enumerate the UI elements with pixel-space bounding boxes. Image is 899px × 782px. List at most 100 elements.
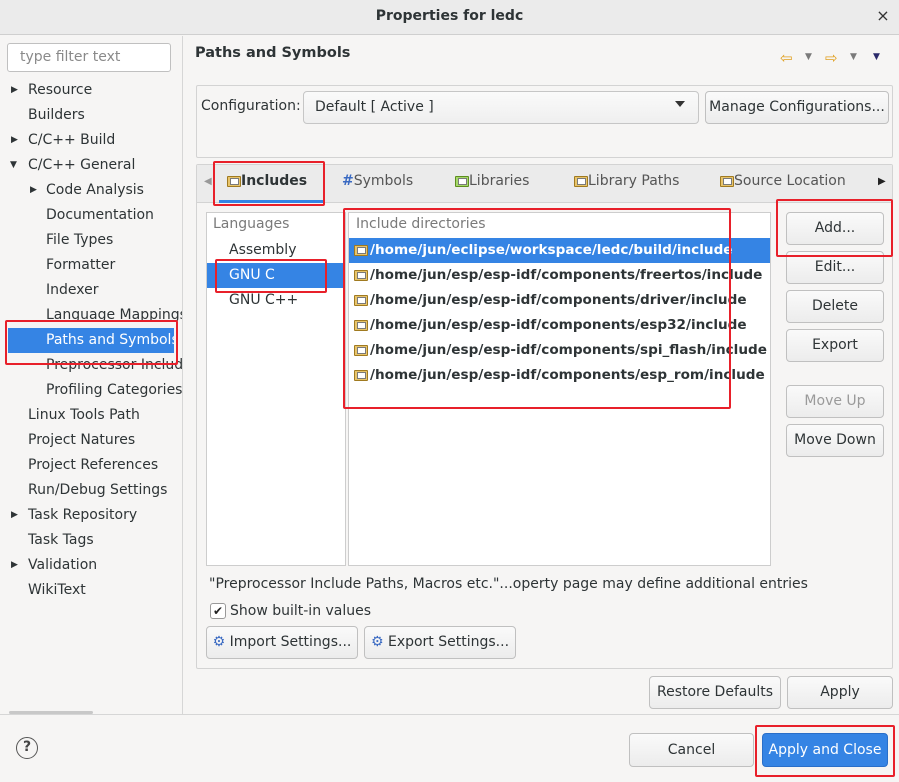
hash-icon: # — [342, 173, 354, 189]
tree-item-label: Code Analysis — [46, 182, 144, 198]
tree-item-code-analysis[interactable]: ▶ Code Analysis — [0, 178, 182, 203]
tab-label: Source Location — [734, 173, 846, 189]
include-directory-item[interactable]: /home/jun/esp/esp-idf/components/spi_fla… — [349, 338, 770, 363]
tree-item-task-tags[interactable]: Task Tags — [0, 528, 182, 553]
tree-item-preprocessor-include[interactable]: Preprocessor Include Paths, Macros etc. — [0, 353, 182, 378]
expand-arrow-icon[interactable]: ▶ — [11, 128, 23, 153]
tab-scroll-right-icon[interactable]: ▶ — [878, 176, 886, 187]
move-up-button[interactable]: Move Up — [786, 385, 884, 418]
footer-divider — [0, 714, 899, 715]
tree-item-project-references[interactable]: Project References — [0, 453, 182, 478]
tree-item-formatter[interactable]: Formatter — [0, 253, 182, 278]
info-note: "Preprocessor Include Paths, Macros etc.… — [209, 576, 808, 592]
tree-item-label: Formatter — [46, 257, 116, 273]
tree-item-label: C/C++ Build — [28, 132, 116, 148]
tab-symbols[interactable]: #Symbols — [342, 173, 413, 195]
expand-arrow-icon[interactable]: ▶ — [11, 503, 23, 528]
tree-item-run-debug-settings[interactable]: Run/Debug Settings — [0, 478, 182, 503]
tab-source-location[interactable]: Source Location — [720, 173, 846, 195]
tree-item-label: Documentation — [46, 207, 154, 223]
tree-item-label: Project Natures — [28, 432, 136, 448]
include-directory-item[interactable]: /home/jun/esp/esp-idf/components/driver/… — [349, 288, 770, 313]
delete-button[interactable]: Delete — [786, 290, 884, 323]
export-icon: ⚙ — [370, 634, 388, 650]
back-dropdown-icon[interactable]: ▼ — [805, 52, 812, 62]
import-icon: ⚙ — [212, 634, 230, 650]
include-path: /home/jun/esp/esp-idf/components/freerto… — [370, 267, 763, 283]
view-menu-icon[interactable]: ▼ — [873, 52, 880, 62]
show-builtin-label[interactable]: Show built-in values — [230, 603, 371, 619]
configuration-value: Default [ Active ] — [315, 99, 434, 115]
expand-arrow-icon[interactable]: ▶ — [11, 553, 23, 578]
tree-item-task-repository[interactable]: ▶ Task Repository — [0, 503, 182, 528]
back-arrow-icon[interactable]: ⇦ — [780, 49, 793, 67]
tab-includes[interactable]: Includes — [227, 173, 307, 195]
tree-item-language-mappings[interactable]: Language Mappings — [0, 303, 182, 328]
language-item-gnu-c[interactable]: GNU C — [207, 263, 345, 288]
tab-label: Libraries — [469, 173, 530, 189]
folder-include-icon — [354, 268, 368, 281]
help-icon[interactable]: ? — [16, 737, 38, 759]
filter-input[interactable]: type filter text — [7, 43, 171, 72]
tree-item-label: Run/Debug Settings — [28, 482, 168, 498]
export-button[interactable]: Export — [786, 329, 884, 362]
tab-label: Symbols — [353, 173, 414, 189]
folder-library-icon — [574, 174, 588, 187]
tree-item-profiling-categories[interactable]: Profiling Categories — [0, 378, 182, 403]
tree-item-paths-and-symbols[interactable]: Paths and Symbols — [8, 328, 174, 353]
tree-item-label: Resource — [28, 82, 93, 98]
tree-item-label: File Types — [46, 232, 114, 248]
tree-item-label: Indexer — [46, 282, 99, 298]
include-directory-item[interactable]: /home/jun/esp/esp-idf/components/esp_rom… — [349, 363, 770, 388]
folder-include-icon — [354, 343, 368, 356]
include-directory-item[interactable]: /home/jun/esp/esp-idf/components/freerto… — [349, 263, 770, 288]
move-down-button[interactable]: Move Down — [786, 424, 884, 457]
include-directory-item[interactable]: /home/jun/esp/esp-idf/components/esp32/i… — [349, 313, 770, 338]
export-settings-label: Export Settings... — [387, 634, 510, 650]
tree-item-resource[interactable]: ▶ Resource — [0, 78, 182, 103]
tree-item-cpp-general[interactable]: ▼ C/C++ General — [0, 153, 182, 178]
edit-button[interactable]: Edit... — [786, 251, 884, 284]
panel-divider[interactable] — [182, 36, 183, 714]
folder-include-icon — [354, 318, 368, 331]
page-title: Paths and Symbols — [195, 45, 351, 61]
tree-item-linux-tools-path[interactable]: Linux Tools Path — [0, 403, 182, 428]
import-settings-button[interactable]: ⚙ Import Settings... — [206, 626, 358, 659]
include-directory-item[interactable]: /home/jun/eclipse/workspace/ledc/build/i… — [349, 238, 770, 263]
include-path: /home/jun/esp/esp-idf/components/esp32/i… — [370, 317, 747, 333]
tree-item-cpp-build[interactable]: ▶ C/C++ Build — [0, 128, 182, 153]
language-item-assembly[interactable]: Assembly — [207, 238, 345, 263]
export-settings-button[interactable]: ⚙ Export Settings... — [364, 626, 516, 659]
chevron-down-icon — [675, 101, 685, 107]
forward-arrow-icon[interactable]: ⇨ — [825, 49, 838, 67]
apply-button[interactable]: Apply — [787, 676, 893, 709]
tree-item-wikitext[interactable]: WikiText — [0, 578, 182, 603]
expand-arrow-icon[interactable]: ▶ — [11, 78, 23, 103]
folder-include-icon — [354, 293, 368, 306]
manage-configurations-button[interactable]: Manage Configurations... — [705, 91, 889, 124]
configuration-select[interactable]: Default [ Active ] — [303, 91, 699, 124]
restore-defaults-button[interactable]: Restore Defaults — [649, 676, 781, 709]
add-button[interactable]: Add... — [786, 212, 884, 245]
close-icon[interactable]: × — [874, 6, 892, 26]
tab-library-paths[interactable]: Library Paths — [574, 173, 679, 195]
tree-item-documentation[interactable]: Documentation — [0, 203, 182, 228]
tree-item-builders[interactable]: Builders — [0, 103, 182, 128]
apply-and-close-button[interactable]: Apply and Close — [762, 733, 888, 767]
expand-arrow-icon[interactable]: ▶ — [30, 178, 42, 203]
cancel-button[interactable]: Cancel — [629, 733, 754, 767]
tab-scroll-left-icon[interactable]: ◀ — [204, 176, 212, 187]
language-item-gnu-cpp[interactable]: GNU C++ — [207, 288, 345, 313]
forward-dropdown-icon[interactable]: ▼ — [850, 52, 857, 62]
include-path: /home/jun/esp/esp-idf/components/spi_fla… — [370, 342, 767, 358]
tree-item-label: WikiText — [28, 582, 86, 598]
folder-source-icon — [720, 174, 734, 187]
tree-item-indexer[interactable]: Indexer — [0, 278, 182, 303]
tree-item-label: Language Mappings — [46, 307, 182, 323]
tree-item-file-types[interactable]: File Types — [0, 228, 182, 253]
tree-item-validation[interactable]: ▶ Validation — [0, 553, 182, 578]
tab-libraries[interactable]: Libraries — [455, 173, 529, 195]
collapse-arrow-icon[interactable]: ▼ — [10, 153, 22, 178]
show-builtin-checkbox[interactable]: ✔ — [210, 603, 226, 619]
tree-item-project-natures[interactable]: Project Natures — [0, 428, 182, 453]
